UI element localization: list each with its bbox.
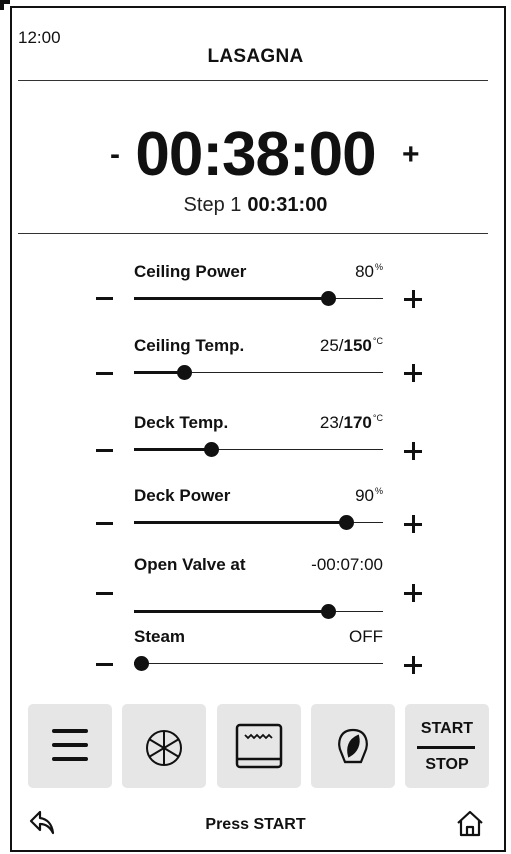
setting-value: 90%	[355, 486, 383, 505]
slider-track[interactable]	[134, 656, 383, 671]
decrease-button[interactable]	[96, 372, 113, 375]
slider-thumb[interactable]	[134, 656, 149, 671]
eco-leaf-icon	[338, 728, 368, 764]
increase-button[interactable]	[404, 584, 422, 602]
increase-button[interactable]	[404, 290, 422, 308]
decrease-button[interactable]	[96, 592, 113, 595]
decrease-button[interactable]	[96, 663, 113, 666]
total-timer: - 00:38:00 +	[0, 120, 511, 190]
home-button[interactable]	[455, 808, 485, 843]
slider-fill	[134, 297, 328, 300]
header-divider	[18, 80, 488, 81]
start-stop-button[interactable]: START STOP	[405, 704, 489, 788]
setting-label: Deck Temp.	[134, 413, 229, 432]
setting-value: -00:07:00	[311, 555, 383, 574]
eco-button[interactable]	[311, 704, 395, 788]
setting-value: 23/170°C	[319, 413, 383, 432]
timer-value[interactable]: 00:38:00	[0, 120, 511, 190]
start-stop-divider	[417, 746, 475, 749]
decrease-button[interactable]	[96, 297, 113, 300]
setting-value: 25/150°C	[319, 336, 383, 355]
setting-value: 80%	[355, 262, 383, 281]
status-message: Press START	[205, 816, 306, 833]
slider-track[interactable]	[134, 365, 383, 380]
timer-divider	[18, 233, 488, 234]
slider-thumb[interactable]	[321, 604, 336, 619]
menu-icon	[52, 729, 88, 761]
decrease-button[interactable]	[96, 522, 113, 525]
step-label: Step 1	[183, 194, 242, 216]
oven-button[interactable]	[217, 704, 301, 788]
slider-fill	[134, 521, 346, 524]
clock: 12:00	[18, 28, 61, 47]
setting-label: Ceiling Power	[134, 262, 247, 281]
start-label: START	[420, 720, 474, 737]
stop-label: STOP	[425, 756, 469, 773]
slider-fill	[134, 448, 211, 451]
decrease-button[interactable]	[96, 449, 113, 452]
fan-button[interactable]	[122, 704, 206, 788]
setting-label: Deck Power	[134, 486, 231, 505]
slider-track[interactable]	[134, 515, 383, 530]
slider-thumb[interactable]	[339, 515, 354, 530]
menu-button[interactable]	[28, 704, 112, 788]
oven-icon	[235, 723, 283, 769]
setting-label: Open Valve at	[134, 555, 246, 574]
increase-button[interactable]	[404, 515, 422, 533]
setting-label: Steam	[134, 627, 186, 646]
program-title: LASAGNA	[207, 46, 304, 67]
setting-label: Ceiling Temp.	[134, 336, 245, 355]
fan-icon	[146, 730, 182, 766]
setting-value: OFF	[349, 627, 383, 646]
frame-corner	[0, 0, 10, 10]
slider-track[interactable]	[134, 291, 383, 306]
slider-thumb[interactable]	[204, 442, 219, 457]
slider-track[interactable]	[134, 604, 383, 619]
bottom-toolbar: START STOP	[28, 704, 489, 788]
step-info: Step 1 00:31:00	[0, 194, 511, 217]
increase-button[interactable]	[404, 442, 422, 460]
timer-increase-button[interactable]: +	[402, 120, 420, 190]
home-icon	[457, 810, 483, 837]
slider-fill	[134, 610, 328, 613]
slider-thumb[interactable]	[177, 365, 192, 380]
step-time: 00:31:00	[247, 194, 328, 216]
increase-button[interactable]	[404, 364, 422, 382]
slider-thumb[interactable]	[321, 291, 336, 306]
increase-button[interactable]	[404, 656, 422, 674]
slider-track[interactable]	[134, 442, 383, 457]
